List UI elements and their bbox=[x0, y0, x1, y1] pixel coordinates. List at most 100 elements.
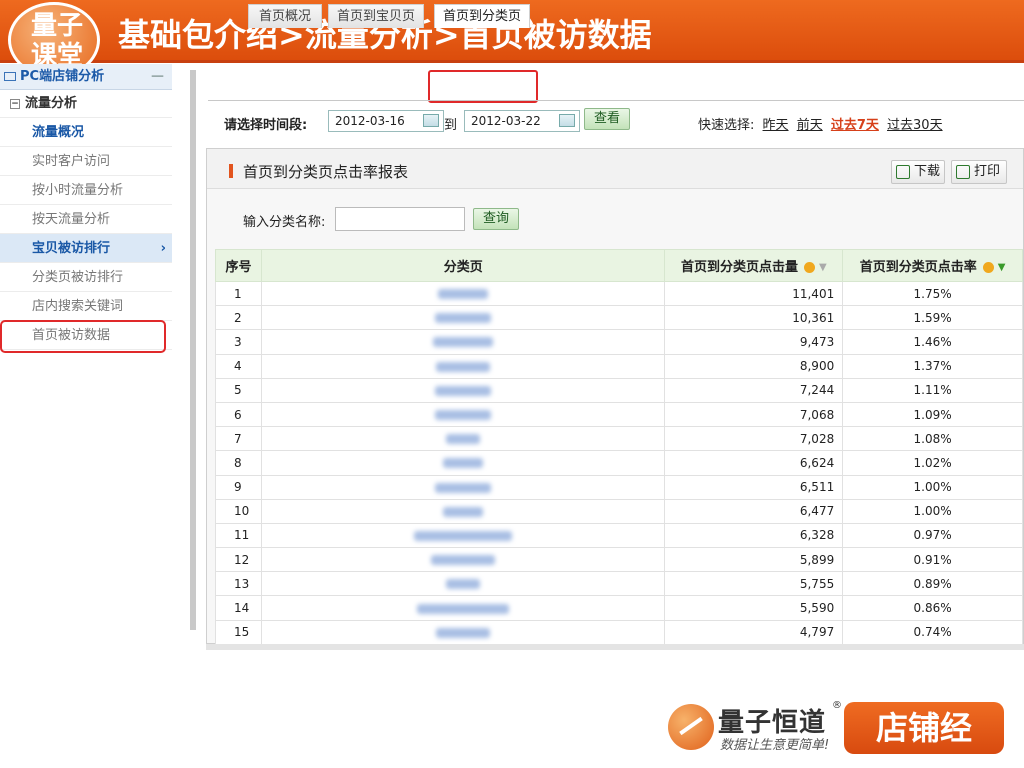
col-header-clicks[interactable]: 首页到分类页点击量 ▼ bbox=[664, 249, 844, 282]
row-index: 2 bbox=[215, 305, 262, 331]
sidebar-item-traffic-overview[interactable]: 流量概况 bbox=[0, 118, 172, 147]
sidebar-section-traffic[interactable]: − 流量分析 bbox=[0, 90, 172, 118]
col-header-category: 分类页 bbox=[260, 249, 666, 282]
view-button[interactable]: 查看 bbox=[584, 108, 630, 130]
print-button[interactable]: 打印 bbox=[951, 160, 1007, 184]
sidebar-item-search-keywords[interactable]: 店内搜索关键词 bbox=[0, 292, 172, 321]
row-category[interactable] bbox=[260, 353, 666, 379]
row-clicks: 6,511 bbox=[664, 474, 844, 500]
query-button[interactable]: 查询 bbox=[473, 208, 519, 230]
blurred-category-name bbox=[436, 627, 491, 638]
row-category[interactable] bbox=[260, 329, 666, 355]
table-row: 15 4,797 0.74% bbox=[215, 619, 1023, 645]
report-title: 首页到分类页点击率报表 bbox=[243, 163, 409, 181]
row-rate: 1.02% bbox=[842, 450, 1023, 476]
row-category[interactable] bbox=[260, 547, 666, 573]
start-date-field[interactable]: 2012-03-16 bbox=[328, 110, 444, 132]
row-rate: 0.86% bbox=[842, 595, 1023, 621]
download-button[interactable]: 下载 bbox=[891, 160, 945, 184]
sidebar-item-label: 店内搜索关键词 bbox=[32, 299, 124, 314]
quick-select: 快速选择: 昨天 前天 过去7天 过去30天 bbox=[698, 114, 943, 133]
row-category[interactable] bbox=[260, 450, 666, 476]
tab-home-to-category[interactable]: 首页到分类页 bbox=[434, 4, 530, 28]
date-range-label: 请选择时间段: bbox=[224, 118, 308, 133]
tab-label: 首页概况 bbox=[258, 9, 311, 24]
row-category[interactable] bbox=[260, 401, 666, 428]
sidebar-item-label: 宝贝被访排行 bbox=[32, 241, 111, 256]
tab-home-overview[interactable]: 首页概况 bbox=[248, 4, 322, 28]
row-category[interactable] bbox=[260, 595, 666, 621]
collapse-icon[interactable]: — bbox=[151, 64, 164, 90]
minus-box-icon[interactable]: − bbox=[10, 98, 20, 109]
col-header-rate[interactable]: 首页到分类页点击率 ▼ bbox=[842, 249, 1023, 282]
row-index: 6 bbox=[215, 401, 262, 428]
row-clicks: 11,401 bbox=[664, 280, 844, 307]
row-rate: 1.09% bbox=[842, 401, 1023, 428]
row-category[interactable] bbox=[260, 571, 666, 597]
help-icon[interactable] bbox=[803, 262, 815, 273]
col-header-index: 序号 bbox=[215, 249, 262, 282]
row-clicks: 9,473 bbox=[664, 329, 844, 355]
quick-30days-link[interactable]: 过去30天 bbox=[887, 118, 943, 133]
sort-down-active-icon[interactable]: ▼ bbox=[998, 262, 1006, 273]
calendar-icon[interactable] bbox=[423, 114, 439, 127]
row-rate: 1.08% bbox=[842, 426, 1023, 452]
row-category[interactable] bbox=[260, 522, 666, 549]
row-rate: 1.11% bbox=[842, 377, 1023, 403]
row-category[interactable] bbox=[260, 377, 666, 403]
row-index: 13 bbox=[215, 571, 262, 597]
sidebar-item-realtime-visits[interactable]: 实时客户访问 bbox=[0, 147, 172, 176]
category-search-input[interactable] bbox=[335, 207, 465, 231]
row-category[interactable] bbox=[260, 305, 666, 331]
table-row: 2 10,361 1.59% bbox=[215, 305, 1023, 331]
sidebar-item-daily[interactable]: 按天流量分析 bbox=[0, 205, 172, 234]
calendar-icon[interactable] bbox=[559, 114, 575, 127]
blurred-category-name bbox=[414, 530, 513, 541]
table-row: 3 9,473 1.46% bbox=[215, 329, 1023, 355]
quick-day-before-link[interactable]: 前天 bbox=[797, 118, 823, 133]
blurred-category-name bbox=[417, 603, 510, 614]
row-category[interactable] bbox=[260, 498, 666, 524]
row-index: 1 bbox=[215, 280, 262, 307]
sidebar-item-label: 流量概况 bbox=[32, 125, 85, 140]
print-label: 打印 bbox=[974, 164, 1001, 179]
row-rate: 1.75% bbox=[842, 280, 1023, 307]
row-rate: 1.46% bbox=[842, 329, 1023, 355]
end-date-field[interactable]: 2012-03-22 bbox=[464, 110, 580, 132]
sidebar-item-item-ranking[interactable]: 宝贝被访排行 › bbox=[0, 234, 172, 263]
table-row: 8 6,624 1.02% bbox=[215, 450, 1023, 476]
sort-down-icon[interactable]: ▼ bbox=[819, 262, 827, 273]
table-row: 13 5,755 0.89% bbox=[215, 571, 1023, 597]
sidebar-item-category-ranking[interactable]: 分类页被访排行 bbox=[0, 263, 172, 292]
table-header-row: 序号 分类页 首页到分类页点击量 ▼ 首页到分类页点击率 ▼ bbox=[215, 249, 1023, 282]
quick-7days-link[interactable]: 过去7天 bbox=[831, 118, 879, 133]
table-row: 11 6,328 0.97% bbox=[215, 522, 1023, 549]
table-row: 7 7,028 1.08% bbox=[215, 426, 1023, 452]
report-table: 序号 分类页 首页到分类页点击量 ▼ 首页到分类页点击率 ▼ 1 11,401 1.75… bbox=[215, 249, 1023, 645]
row-index: 12 bbox=[215, 547, 262, 573]
col-header-label: 首页到分类页点击率 bbox=[859, 260, 977, 275]
row-clicks: 4,797 bbox=[664, 619, 844, 645]
tab-label: 首页到分类页 bbox=[442, 9, 521, 24]
table-row: 12 5,899 0.91% bbox=[215, 547, 1023, 573]
row-category[interactable] bbox=[260, 474, 666, 500]
row-index: 5 bbox=[215, 377, 262, 403]
brand-mark-icon bbox=[668, 704, 714, 750]
sidebar-item-label: 按天流量分析 bbox=[32, 212, 111, 227]
chevron-right-icon: › bbox=[160, 241, 166, 256]
blurred-category-name bbox=[446, 434, 481, 445]
row-category[interactable] bbox=[260, 619, 666, 645]
sidebar-item-label: 实时客户访问 bbox=[32, 154, 111, 169]
row-category[interactable] bbox=[260, 426, 666, 452]
brand-shop-name: 店铺经 bbox=[844, 702, 1004, 754]
quick-yesterday-link[interactable]: 昨天 bbox=[763, 118, 789, 133]
help-icon[interactable] bbox=[982, 262, 994, 273]
tab-home-to-item[interactable]: 首页到宝贝页 bbox=[328, 4, 424, 28]
row-clicks: 5,755 bbox=[664, 571, 844, 597]
brand-logo: 量子恒道 ® 数据让生意更简单! 店铺经 bbox=[664, 700, 1004, 756]
row-category[interactable] bbox=[260, 280, 666, 307]
sidebar-item-hourly[interactable]: 按小时流量分析 bbox=[0, 176, 172, 205]
sidebar-head[interactable]: PC端店铺分析 — bbox=[0, 64, 172, 90]
row-clicks: 7,068 bbox=[664, 401, 844, 428]
row-rate: 0.89% bbox=[842, 571, 1023, 597]
